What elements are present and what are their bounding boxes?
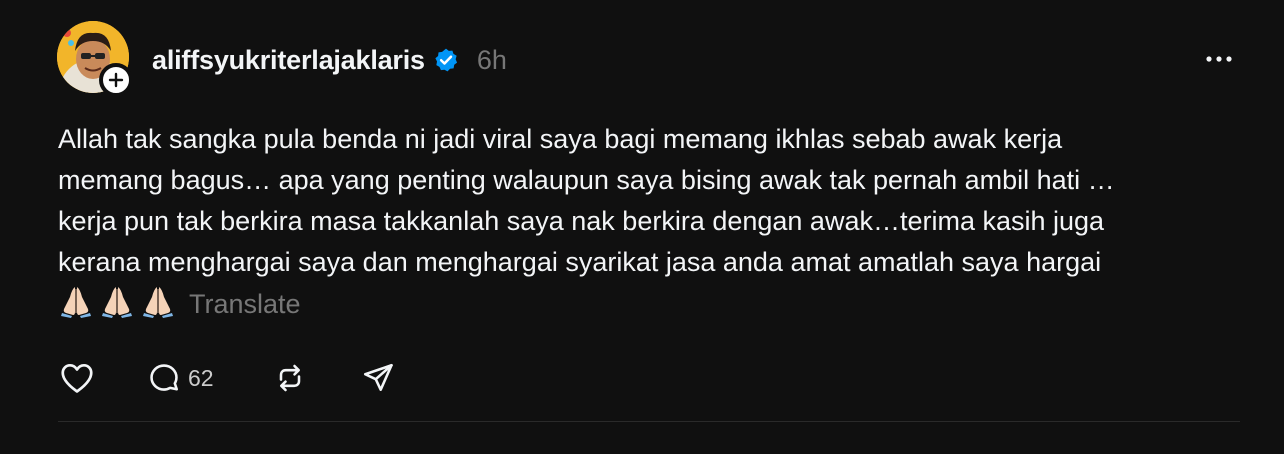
follow-button[interactable] <box>99 63 133 97</box>
post-text-line: kerja pun tak berkira masa takkanlah say… <box>58 206 1105 236</box>
more-options-button[interactable] <box>1204 44 1234 74</box>
reply-count: 62 <box>188 364 214 391</box>
comment-icon <box>150 364 179 391</box>
repost-button[interactable] <box>272 360 360 396</box>
folded-hands-icon <box>140 283 176 319</box>
avatar-container[interactable] <box>57 21 133 97</box>
repost-icon <box>279 364 301 392</box>
post-text-line: Allah tak sangka pula benda ni jadi vira… <box>58 124 1063 154</box>
post-divider <box>58 421 1240 422</box>
post-text-line: memang bagus… apa yang penting walaupun … <box>58 165 1115 195</box>
username[interactable]: aliffsyukriterlajaklaris <box>152 45 425 76</box>
translate-link[interactable]: Translate <box>189 289 301 319</box>
post-body: Allah tak sangka pula benda ni jadi vira… <box>58 119 1258 325</box>
post-header: aliffsyukriterlajaklaris 6h <box>152 40 507 80</box>
thread-post: aliffsyukriterlajaklaris 6h Allah tak sa… <box>0 0 1284 454</box>
folded-hands-icon <box>99 283 135 319</box>
post-actions: 62 <box>58 358 396 398</box>
post-timestamp: 6h <box>476 44 507 75</box>
heart-icon <box>61 363 93 393</box>
reply-button[interactable]: 62 <box>146 360 272 396</box>
emoji-translate-line: Translate <box>58 283 1258 325</box>
plus-icon <box>108 72 124 88</box>
post-text-line: kerana menghargai saya dan menghargai sy… <box>58 247 1102 277</box>
folded-hands-icon <box>58 283 94 319</box>
more-icon <box>1206 56 1232 62</box>
share-button[interactable] <box>360 360 396 396</box>
send-icon <box>363 363 393 391</box>
verified-badge-icon <box>433 47 459 73</box>
like-button[interactable] <box>58 359 146 397</box>
